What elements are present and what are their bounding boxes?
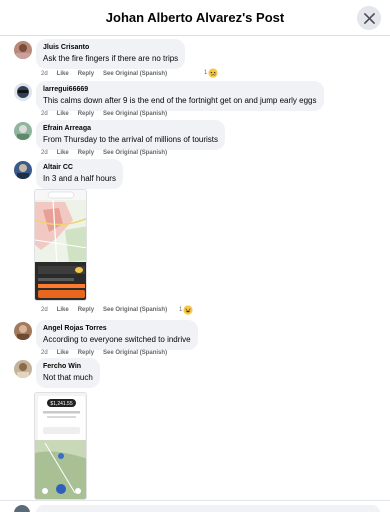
comment-text: In 3 and a half hours xyxy=(43,174,116,183)
like-button[interactable]: Like xyxy=(57,149,69,157)
close-button[interactable] xyxy=(357,6,381,30)
comment-author[interactable]: Altair CC xyxy=(43,163,116,173)
comment-bubble: Altair CC In 3 and a half hours xyxy=(36,159,123,189)
comment-text: From Thursday to the arrival of millions… xyxy=(43,135,219,144)
comment-actions: 2d Like Reply See Original (Spanish) xyxy=(41,349,167,357)
comment-bubble: Angel Rojas Torres According to everyone… xyxy=(36,320,198,350)
comment-time[interactable]: 2d xyxy=(41,110,48,118)
post-title: Johan Alberto Alvarez's Post xyxy=(105,10,285,25)
comments-list[interactable]: Jluis Crisanto Ask the fire fingers if t… xyxy=(0,36,390,500)
comment-text: According to everyone switched to indriv… xyxy=(43,335,191,344)
avatar[interactable] xyxy=(14,360,32,378)
reply-button[interactable]: Reply xyxy=(78,349,94,357)
comment-actions: 2d Like Reply See Original (Spanish) xyxy=(41,306,167,314)
comment-author[interactable]: larregui66669 xyxy=(43,85,317,95)
comment-actions: 2d Like Reply See Original (Spanish) xyxy=(41,149,167,157)
see-original-button[interactable]: See Original (Spanish) xyxy=(103,349,167,357)
comment-bubble: larregui66669 This calms down after 9 is… xyxy=(36,81,324,111)
reaction-summary[interactable]: 1 xyxy=(179,305,193,315)
comment-time[interactable]: 2d xyxy=(41,70,48,78)
reaction-count: 1 xyxy=(204,70,208,76)
comment-image[interactable] xyxy=(34,189,87,301)
like-button[interactable]: Like xyxy=(57,349,69,357)
haha-emoji-icon xyxy=(183,305,193,315)
see-original-button[interactable]: See Original (Spanish) xyxy=(103,149,167,157)
comment-bubble: Fercho Win Not that much xyxy=(36,358,100,388)
see-original-button[interactable]: See Original (Spanish) xyxy=(103,110,167,118)
comment-text: Ask the fire fingers if there are no tri… xyxy=(43,54,179,63)
reaction-summary[interactable]: 1 xyxy=(204,68,218,78)
reaction-count: 1 xyxy=(179,307,183,313)
avatar[interactable] xyxy=(14,122,32,140)
comment-time[interactable]: 2d xyxy=(41,349,48,357)
comment-text: This calms down after 9 is the end of th… xyxy=(43,96,317,105)
comment-composer xyxy=(0,500,390,512)
avatar[interactable] xyxy=(14,83,32,101)
comment-author[interactable]: Angel Rojas Torres xyxy=(43,324,191,334)
comment-time[interactable]: 2d xyxy=(41,306,48,314)
reply-button[interactable]: Reply xyxy=(78,70,94,78)
sad-emoji-icon xyxy=(208,68,218,78)
comment-bubble: Jluis Crisanto Ask the fire fingers if t… xyxy=(36,39,186,69)
comment-bubble: Efrain Arreaga From Thursday to the arri… xyxy=(36,120,226,150)
comment-author[interactable]: Fercho Win xyxy=(43,362,93,372)
avatar[interactable] xyxy=(14,161,32,179)
close-icon xyxy=(363,12,375,24)
comment-actions: 2d Like Reply See Original (Spanish) xyxy=(41,70,167,78)
comment-author[interactable]: Efrain Arreaga xyxy=(43,124,218,134)
price-label: $1,241.55 xyxy=(50,401,72,407)
comment-author[interactable]: Jluis Crisanto xyxy=(43,43,178,53)
comment-input[interactable] xyxy=(36,505,380,512)
post-header: Johan Alberto Alvarez's Post xyxy=(0,0,390,36)
current-user-avatar xyxy=(14,505,30,512)
see-original-button[interactable]: See Original (Spanish) xyxy=(103,306,167,314)
comment-text: Not that much xyxy=(43,373,93,382)
reply-button[interactable]: Reply xyxy=(78,306,94,314)
reply-button[interactable]: Reply xyxy=(78,149,94,157)
see-original-button[interactable]: See Original (Spanish) xyxy=(103,70,167,78)
avatar[interactable] xyxy=(14,322,32,340)
avatar[interactable] xyxy=(14,41,32,59)
like-button[interactable]: Like xyxy=(57,306,69,314)
like-button[interactable]: Like xyxy=(57,110,69,118)
reply-button[interactable]: Reply xyxy=(78,110,94,118)
comment-time[interactable]: 2d xyxy=(41,149,48,157)
like-button[interactable]: Like xyxy=(57,70,69,78)
comment-image[interactable]: $1,241.55 xyxy=(34,392,87,500)
comment-actions: 2d Like Reply See Original (Spanish) xyxy=(41,110,167,118)
